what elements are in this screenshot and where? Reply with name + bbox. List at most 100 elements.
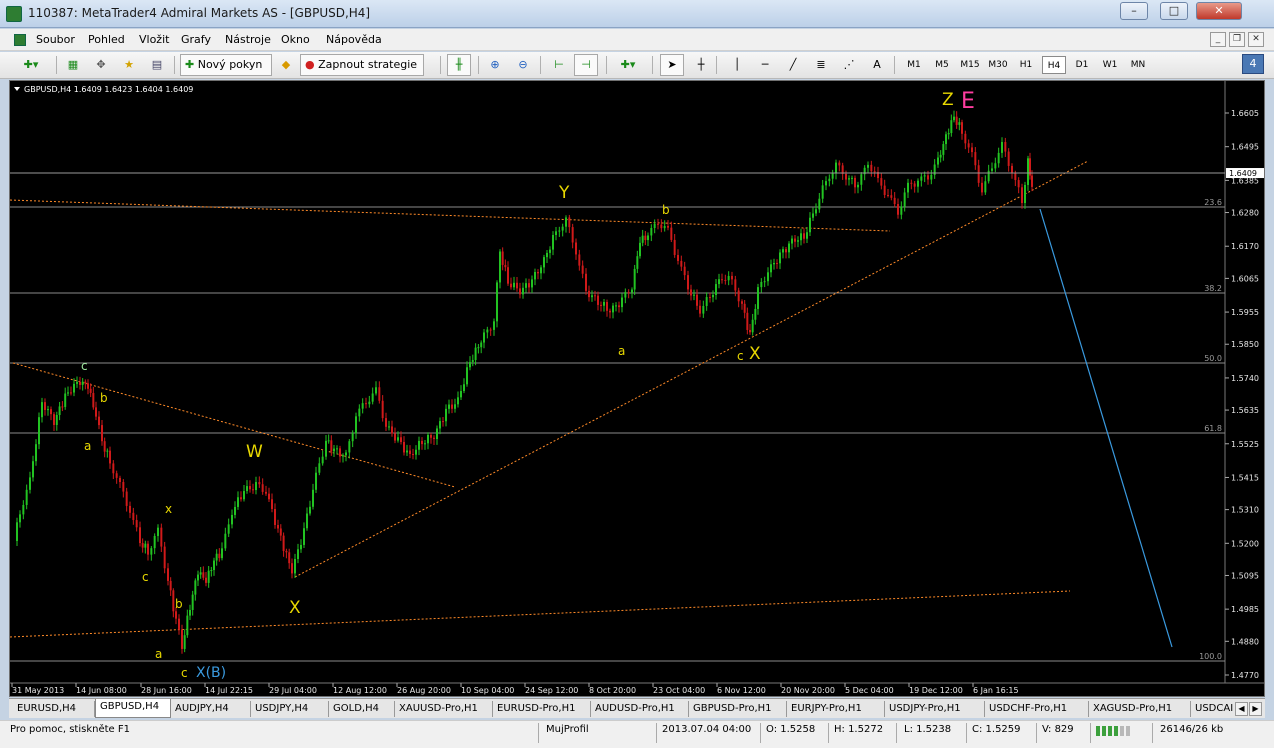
candle-body: [534, 272, 536, 280]
candle-body: [95, 407, 97, 417]
candle-body: [368, 401, 371, 405]
market-watch-icon[interactable]: ▦: [62, 54, 84, 76]
favorites-icon[interactable]: ★: [118, 54, 140, 76]
candle-body: [224, 533, 227, 549]
cursor-icon[interactable]: ➤: [660, 54, 684, 76]
candle-body: [186, 615, 189, 636]
menu-grafy[interactable]: Grafy: [181, 33, 211, 46]
candle-body: [129, 505, 131, 513]
tf-m5[interactable]: M5: [930, 56, 954, 74]
tab-usdjpy-pro-h1[interactable]: USDJPY-Pro,H1: [885, 701, 985, 717]
vertical-line-icon[interactable]: │: [726, 54, 748, 76]
indicators-icon[interactable]: ✚▾: [612, 54, 644, 76]
chart-area[interactable]: 23.6 38.2 50.0 61.8 100.0 1.6605 1.6495 1.6385 1…: [9, 80, 1265, 697]
candle-body: [234, 506, 236, 515]
tf-h1[interactable]: H1: [1014, 56, 1038, 74]
fibonacci-icon[interactable]: ⋰: [838, 54, 860, 76]
tab-gbpusd-h4[interactable]: GBPUSD,H4: [95, 699, 171, 718]
candle-body: [199, 572, 202, 575]
horizontal-line-icon[interactable]: ─: [754, 54, 776, 76]
mdi-restore-button[interactable]: ❐: [1229, 32, 1245, 47]
candle-body: [964, 133, 967, 144]
candle-body: [375, 387, 377, 394]
close-button[interactable]: ✕: [1196, 2, 1242, 20]
tf-d1[interactable]: D1: [1070, 56, 1094, 74]
time-tick-label: 26 Aug 20:00: [397, 686, 451, 695]
new-chart-icon[interactable]: ✚▾: [14, 54, 48, 76]
mdi-minimize-button[interactable]: _: [1210, 32, 1226, 47]
candle-body: [609, 310, 611, 313]
wave-label-x1: x: [165, 502, 172, 516]
candle-body: [624, 292, 627, 298]
channel-icon[interactable]: ≣: [810, 54, 832, 76]
tab-scroll-left-icon[interactable]: ◀: [1235, 702, 1248, 716]
autoscroll-icon[interactable]: ⊣: [574, 54, 598, 76]
crosshair-icon[interactable]: ┼: [690, 54, 712, 76]
menu-nastroje[interactable]: Nástroje: [225, 33, 271, 46]
candle-body: [504, 264, 507, 268]
candle-body: [489, 329, 492, 331]
candle-body: [578, 254, 581, 266]
menu-pohled[interactable]: Pohled: [88, 33, 125, 46]
tab-usdcai[interactable]: USDCAI: [1191, 701, 1233, 717]
terminal-icon[interactable]: ▤: [146, 54, 168, 76]
candle-body: [815, 209, 817, 214]
candles-icon[interactable]: ╫: [447, 54, 471, 76]
candle-body: [821, 185, 824, 199]
candle-body: [913, 183, 916, 187]
tab-audusd-pro-h1[interactable]: AUDUSD-Pro,H1: [591, 701, 689, 717]
menu-soubor[interactable]: Soubor: [36, 33, 75, 46]
mdi-close-button[interactable]: ✕: [1248, 32, 1264, 47]
autotrading-button[interactable]: ● Zapnout strategie: [300, 54, 424, 76]
tab-usdjpy-h4[interactable]: USDJPY,H4: [251, 701, 329, 717]
tf-m1[interactable]: M1: [902, 56, 926, 74]
zoom-out-icon[interactable]: ⊖: [512, 54, 534, 76]
tab-eurusd-h4[interactable]: EURUSD,H4: [13, 701, 95, 717]
metaeditor-icon[interactable]: ◆: [276, 54, 296, 76]
menu-okno[interactable]: Okno: [281, 33, 310, 46]
tab-eurusd-pro-h1[interactable]: EURUSD-Pro,H1: [493, 701, 591, 717]
menu-vlozit[interactable]: Vložit: [139, 33, 169, 46]
candle-body: [644, 235, 647, 241]
candle-body: [268, 493, 270, 500]
tab-scroll-right-icon[interactable]: ▶: [1249, 702, 1262, 716]
candle-body: [920, 176, 923, 181]
maximize-button[interactable]: □: [1160, 2, 1188, 20]
tf-h4[interactable]: H4: [1042, 56, 1066, 74]
tf-m15[interactable]: M15: [958, 56, 982, 74]
candle-body: [345, 452, 347, 456]
new-order-button[interactable]: ✚ Nový pokyn: [180, 54, 272, 76]
candle-body: [618, 305, 620, 308]
trendline-icon[interactable]: ╱: [782, 54, 804, 76]
tab-gbpusd-pro-h1[interactable]: GBPUSD-Pro,H1: [689, 701, 787, 717]
menu-napoveda[interactable]: Nápověda: [326, 33, 382, 46]
price-tick-label: 1.6065: [1231, 274, 1259, 283]
chart-shift-icon[interactable]: ⊢: [548, 54, 570, 76]
tf-w1[interactable]: W1: [1098, 56, 1122, 74]
text-icon[interactable]: A: [866, 54, 888, 76]
candle-body: [55, 415, 58, 425]
candle-body: [615, 305, 617, 307]
notification-badge[interactable]: 4: [1242, 54, 1264, 74]
candle-body: [355, 416, 357, 434]
price-chart[interactable]: 23.638.250.061.8100.01.66051.64951.63851…: [10, 81, 1265, 697]
tab-usdchf-pro-h1[interactable]: USDCHF-Pro,H1: [985, 701, 1089, 717]
candle-body: [606, 302, 608, 311]
status-help: Pro pomoc, stiskněte F1: [10, 724, 130, 735]
tab-gold-h4[interactable]: GOLD,H4: [329, 701, 395, 717]
zoom-in-icon[interactable]: ⊕: [484, 54, 506, 76]
tab-xauusd-pro-h1[interactable]: XAUUSD-Pro,H1: [395, 701, 493, 717]
tab-audjpy-h4[interactable]: AUDJPY,H4: [171, 701, 251, 717]
candle-body: [857, 184, 859, 188]
candle-body: [870, 164, 873, 172]
candle-body: [953, 116, 955, 121]
price-tick-label: 1.5525: [1231, 440, 1259, 449]
tab-eurjpy-pro-h1[interactable]: EURJPY-Pro,H1: [787, 701, 885, 717]
navigator-icon[interactable]: ✥: [90, 54, 112, 76]
candle-body: [746, 312, 749, 330]
wave-label-b1: b: [100, 391, 108, 405]
tab-xagusd-pro-h1[interactable]: XAGUSD-Pro,H1: [1089, 701, 1191, 717]
minimize-button[interactable]: –: [1120, 2, 1148, 20]
tf-m30[interactable]: M30: [986, 56, 1010, 74]
tf-mn[interactable]: MN: [1126, 56, 1150, 74]
